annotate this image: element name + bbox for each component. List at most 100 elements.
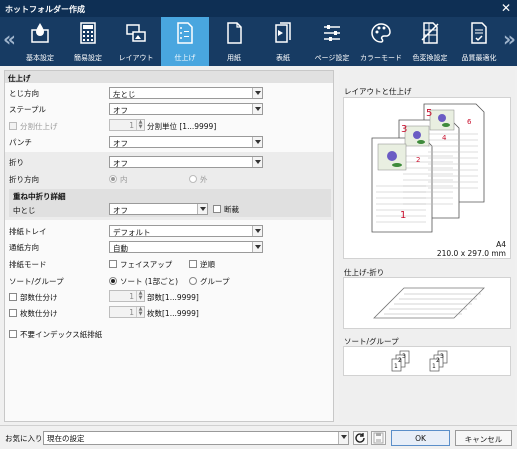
- sort-page-2: 2: [398, 357, 402, 364]
- settings-toolbar: « 基本設定 簡易設定 レイアウト 仕上げ 用紙 表紙 ページ設定 カラーモード…: [0, 17, 517, 66]
- save-icon: [373, 432, 384, 444]
- chevron-down-icon: [197, 204, 207, 214]
- paper-feed-select[interactable]: 自動: [109, 241, 263, 253]
- sort-page-1b: 1: [432, 363, 436, 370]
- sheet-split-stepper[interactable]: 1 ▲ ▼: [109, 306, 145, 318]
- sort-radio[interactable]: [109, 277, 117, 285]
- sort-page-2b: 2: [436, 357, 440, 364]
- palette-icon: [371, 23, 391, 43]
- favorites-select[interactable]: 現在の設定: [43, 431, 349, 445]
- saddle-stitch-select[interactable]: オフ: [109, 203, 208, 215]
- save-favorite-button[interactable]: [371, 431, 386, 445]
- stepper-value: 1: [129, 292, 134, 301]
- tab-cover[interactable]: 表紙: [259, 17, 307, 66]
- select-value: オフ: [113, 206, 128, 215]
- split-unit-stepper[interactable]: 1 ▲ ▼: [109, 119, 145, 131]
- layout-preview-title: レイアウトと仕上げ: [344, 87, 412, 96]
- cancel-button[interactable]: キャンセル: [455, 430, 512, 446]
- tab-finishing[interactable]: 仕上げ: [161, 17, 209, 66]
- fold-direction-label: 折り方向: [9, 175, 39, 184]
- tab-basic-settings[interactable]: 基本設定: [16, 17, 64, 66]
- page-number-1: 1: [400, 210, 406, 221]
- tab-label: 簡易設定: [74, 54, 102, 62]
- paper-icon: [227, 22, 242, 44]
- sort-page-3: 3: [402, 353, 406, 360]
- group-radio[interactable]: [189, 277, 197, 285]
- tab-color-mode[interactable]: カラーモード: [357, 17, 405, 66]
- select-value: 左とじ: [113, 90, 136, 99]
- fold-select[interactable]: オフ: [109, 156, 263, 168]
- paper-dimensions-label: 210.0 x 297.0 mm: [436, 249, 506, 258]
- refresh-button[interactable]: [353, 431, 368, 445]
- chevron-down-icon: [252, 157, 262, 167]
- sort-pages-illustration: 3 2 1 3 2 1: [391, 350, 448, 372]
- face-up-checkbox[interactable]: [109, 260, 117, 268]
- fold-outside-radio[interactable]: [189, 175, 197, 183]
- fold-preview: [343, 277, 511, 329]
- section-header-finishing: 仕上げ: [5, 71, 333, 83]
- tab-paper[interactable]: 用紙: [210, 17, 258, 66]
- sort-group-label: ソート/グループ: [9, 277, 64, 286]
- tab-label: レイアウト: [118, 54, 154, 62]
- fold-outside-label: 外: [200, 175, 208, 184]
- saddle-detail-title: 重ね中折り詳細: [13, 192, 66, 201]
- split-finishing-checkbox[interactable]: [9, 122, 17, 130]
- dialog-footer: お気に入り 現在の設定 OK キャンセル: [0, 425, 517, 449]
- trim-checkbox[interactable]: [213, 205, 221, 213]
- select-value: 自動: [113, 244, 128, 253]
- output-mode-label: 排紙モード: [9, 260, 47, 269]
- page-number-5: 5: [426, 108, 432, 119]
- finishing-settings-panel: 仕上げ とじ方向 左とじ ステープル オフ 分割仕上げ 1 ▲ ▼ 分割単位 [1.…: [4, 70, 334, 422]
- paper-feed-label: 通紙方向: [9, 243, 39, 252]
- ok-button[interactable]: OK: [391, 430, 450, 446]
- toolbar-prev-arrow-icon[interactable]: «: [3, 27, 16, 51]
- no-index-output-checkbox[interactable]: [9, 330, 17, 338]
- tab-label: 表紙: [276, 54, 290, 62]
- select-value: 現在の設定: [47, 434, 85, 443]
- page-number-2: 2: [416, 156, 420, 164]
- chevron-down-icon: [252, 88, 262, 98]
- copy-split-checkbox[interactable]: [9, 293, 17, 301]
- staple-label: ステープル: [9, 105, 47, 114]
- page-number-4: 4: [442, 134, 447, 142]
- fold-inside-radio[interactable]: [109, 175, 117, 183]
- window-title: ホットフォルダー作成: [5, 5, 85, 14]
- face-up-label: フェイスアップ: [120, 260, 173, 269]
- copy-split-stepper[interactable]: 1 ▲ ▼: [109, 290, 145, 302]
- chevron-down-icon: [252, 226, 262, 236]
- punch-select[interactable]: オフ: [109, 136, 263, 148]
- sort-preview: 3 2 1 3 2 1: [343, 346, 511, 376]
- quality-icon: [471, 22, 487, 44]
- sheet-split-label: 枚数仕分け: [20, 309, 58, 318]
- tab-label: 基本設定: [26, 54, 54, 62]
- no-index-output-label: 不要インデックス紙排紙: [20, 330, 103, 339]
- select-value: オフ: [113, 139, 128, 148]
- fold-inside-label: 内: [120, 175, 128, 184]
- tab-page-settings[interactable]: ページ設定: [308, 17, 356, 66]
- reverse-order-checkbox[interactable]: [189, 260, 197, 268]
- cover-icon: [275, 22, 291, 43]
- group-option-label: グループ: [200, 277, 230, 286]
- tab-layout[interactable]: レイアウト: [112, 17, 160, 66]
- reverse-order-label: 逆順: [200, 260, 215, 269]
- binding-direction-select[interactable]: 左とじ: [109, 87, 263, 99]
- calculator-icon: [80, 22, 96, 44]
- split-finishing-label: 分割仕上げ: [20, 122, 58, 131]
- stepper-arrows-icon: ▲ ▼: [136, 291, 144, 301]
- toolbar-next-arrow-icon[interactable]: »: [503, 27, 516, 51]
- tab-simple-settings[interactable]: 簡易設定: [64, 17, 112, 66]
- output-tray-select[interactable]: デフォルト: [109, 225, 263, 237]
- staple-select[interactable]: オフ: [109, 103, 263, 115]
- tab-label: ページ設定: [314, 54, 350, 62]
- copy-split-range: 部数[1...9999]: [147, 293, 199, 302]
- tab-color-conversion[interactable]: 色変換設定: [406, 17, 454, 66]
- preview-panel: レイアウトと仕上げ 5 6 3 4 1 2 A4 210.0 x 297.0 m…: [339, 70, 515, 422]
- paper-size-label: A4: [496, 240, 506, 249]
- tab-quality-optimization[interactable]: 品質最適化: [455, 17, 503, 66]
- select-value: オフ: [113, 106, 128, 115]
- sheet-split-checkbox[interactable]: [9, 309, 17, 317]
- close-icon[interactable]: ✕: [501, 1, 511, 15]
- droplet-icon: [31, 23, 49, 43]
- tab-label: 色変換設定: [412, 54, 448, 62]
- page-settings-icon: [324, 25, 340, 41]
